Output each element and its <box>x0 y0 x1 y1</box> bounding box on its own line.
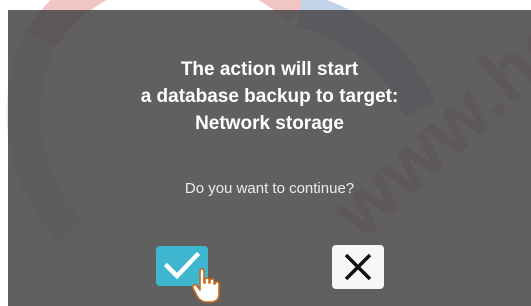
cancel-button[interactable] <box>332 245 384 289</box>
message-line-1: The action will start <box>180 59 359 80</box>
screen: www.he The action will start a database … <box>0 0 531 306</box>
dialog-message: The action will start a database backup … <box>8 56 531 137</box>
dialog-question: Do you want to continue? <box>184 180 355 197</box>
confirmation-dialog: The action will start a database backup … <box>8 10 531 306</box>
message-line-3: Network storage <box>195 113 344 134</box>
message-line-2: a database backup to target: <box>140 86 399 107</box>
hand-pointer-icon <box>192 268 220 303</box>
close-icon <box>344 253 372 281</box>
